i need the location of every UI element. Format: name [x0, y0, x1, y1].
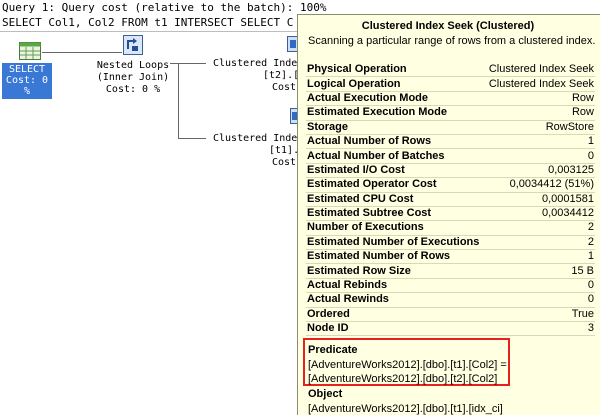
property-key: Storage: [306, 120, 485, 135]
property-value: True: [484, 307, 595, 323]
property-value: 2: [484, 220, 595, 236]
property-row: Estimated Subtree Cost 0,0034412: [306, 206, 595, 222]
properties-table: Physical Operation Clustered Index Seek Lo…: [306, 63, 595, 337]
query-text-line: SELECT Col1, Col2 FROM t1 INTERSECT SELE…: [2, 16, 294, 29]
plan-arrow: [178, 63, 179, 138]
property-row: Node ID 3: [306, 321, 595, 337]
property-key: Actual Number of Batches: [306, 148, 485, 164]
property-key: Actual Rewinds: [306, 292, 485, 308]
property-row: Estimated Number of Rows 1: [306, 249, 595, 265]
property-key: Ordered: [306, 307, 485, 323]
property-row: Physical Operation Clustered Index Seek: [306, 63, 595, 78]
predicate-line-2: [AdventureWorks2012].[dbo].[t2].[Col2]: [308, 373, 498, 385]
plan-arrow: [42, 52, 122, 53]
predicate-heading: Predicate: [308, 344, 358, 356]
property-value: 0,0001581: [484, 192, 595, 207]
property-value: 1: [484, 249, 595, 265]
property-value: 0: [484, 148, 595, 164]
predicate-line-1: [AdventureWorks2012].[dbo].[t1].[Col2] =: [308, 359, 507, 371]
property-key: Actual Execution Mode: [306, 91, 485, 107]
tooltip-description: Scanning a particular range of rows from…: [308, 35, 596, 47]
operator-tooltip: Clustered Index Seek (Clustered) Scannin…: [297, 14, 600, 415]
property-key: Actual Number of Rows: [306, 134, 485, 150]
property-value: 0: [484, 278, 595, 294]
property-key: Estimated Number of Rows: [306, 249, 485, 265]
select-node-label[interactable]: SELECT Cost: 0 %: [2, 63, 52, 99]
property-value: Clustered Index Seek: [484, 63, 595, 78]
query-cost-line: Query 1: Query cost (relative to the bat…: [2, 1, 327, 14]
property-row: Actual Number of Rows 1: [306, 134, 595, 150]
property-key: Estimated Subtree Cost: [306, 206, 485, 222]
property-value: 0,0034412: [484, 206, 595, 222]
seek1-label-name[interactable]: Clustered Index: [213, 58, 303, 70]
property-value: Row: [484, 91, 595, 107]
nested-loops-cost: Cost: 0 %: [105, 84, 161, 95]
nested-loops-label[interactable]: Nested Loops (Inner Join) Cost: 0 %: [91, 60, 175, 96]
property-key: Node ID: [306, 321, 485, 337]
property-key: Estimated Execution Mode: [306, 105, 485, 121]
property-key: Number of Executions: [306, 220, 485, 236]
property-row: Actual Number of Batches 0: [306, 148, 595, 164]
seek2-label-name[interactable]: Clustered Index: [213, 133, 303, 145]
property-row: Estimated CPU Cost 0,0001581: [306, 192, 595, 207]
tooltip-title: Clustered Index Seek (Clustered): [361, 20, 535, 32]
property-row: Ordered True: [306, 307, 595, 323]
property-value: 3: [484, 321, 595, 337]
property-row: Estimated Number of Executions 2: [306, 235, 595, 251]
select-icon[interactable]: [19, 42, 41, 65]
object-heading: Object: [308, 388, 343, 400]
property-value: 15 B: [484, 263, 595, 279]
property-key: Actual Rebinds: [306, 278, 485, 294]
nested-loops-icon[interactable]: [123, 35, 143, 60]
property-value: Row: [484, 105, 595, 121]
property-key: Estimated Operator Cost: [306, 177, 485, 193]
property-row: Actual Rebinds 0: [306, 278, 595, 294]
property-value: RowStore: [484, 120, 595, 135]
property-value: 0,003125: [484, 163, 595, 179]
object-line-1: [AdventureWorks2012].[dbo].[t1].[idx_ci]: [308, 403, 503, 415]
property-row: Actual Rewinds 0: [306, 292, 595, 308]
property-key: Estimated Row Size: [306, 263, 485, 279]
property-key: Logical Operation: [306, 76, 485, 92]
header-divider: [0, 31, 300, 32]
property-key: Physical Operation: [306, 63, 485, 78]
property-key: Estimated CPU Cost: [306, 192, 485, 207]
select-node-cost: Cost: 0 %: [5, 75, 49, 97]
property-row: Estimated Row Size 15 B: [306, 263, 595, 279]
property-row: Estimated I/O Cost 0,003125: [306, 163, 595, 179]
property-row: Logical Operation Clustered Index Seek: [306, 76, 595, 92]
nested-loops-type: (Inner Join): [96, 72, 170, 83]
property-row: Estimated Execution Mode Row: [306, 105, 595, 121]
property-key: Estimated Number of Executions: [306, 235, 485, 251]
property-value: 2: [484, 235, 595, 251]
property-value: Clustered Index Seek: [484, 76, 595, 92]
select-node-name: SELECT: [8, 64, 46, 75]
property-row: Number of Executions 2: [306, 220, 595, 236]
nested-loops-name: Nested Loops: [96, 60, 170, 71]
property-key: Estimated I/O Cost: [306, 163, 485, 179]
property-row: Storage RowStore: [306, 120, 595, 135]
property-value: 0: [484, 292, 595, 308]
property-value: 1: [484, 134, 595, 150]
plan-arrow: [178, 138, 206, 139]
property-value: 0,0034412 (51%): [484, 177, 595, 193]
plan-arrow: [170, 63, 206, 64]
property-row: Actual Execution Mode Row: [306, 91, 595, 107]
property-row: Estimated Operator Cost 0,0034412 (51%): [306, 177, 595, 193]
